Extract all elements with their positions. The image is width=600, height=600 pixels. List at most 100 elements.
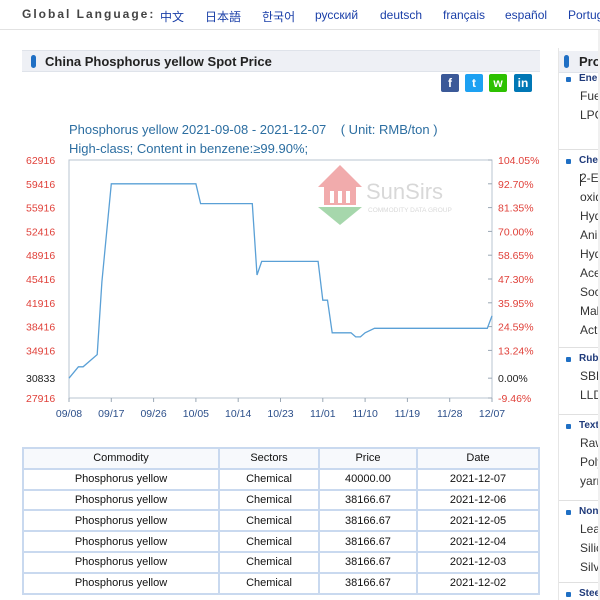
sidebar-product-link[interactable]: LLD [580,388,600,402]
linkedin-icon[interactable]: in [514,74,532,92]
table-header-row: Commodity Sectors Price Date [22,447,540,470]
x-tick-label: 11/01 [310,408,336,420]
sidebar-product-link[interactable]: Fue [580,89,600,103]
sidebar-product-link[interactable]: Mal [580,304,599,318]
section-bullet-icon [566,510,571,515]
watermark-brand: SunSirs [366,179,443,204]
x-tick-label: 11/28 [437,408,463,420]
cell-sector: Chemical [218,509,320,533]
y-tick-label: 27916 [26,393,55,405]
x-tick-label: 09/08 [56,408,82,420]
wechat-icon[interactable]: w [489,74,507,92]
cell-price: 38166.67 [318,530,418,553]
watermark-bar [346,191,350,203]
y2-tick-label: 13.24% [498,345,534,357]
y2-tick-label: 35.95% [498,298,534,310]
chart-canvas: SunSirs COMMODITY DATA GROUP 62916 59416 559… [26,155,539,420]
cell-commodity: Phosphorus yellow [22,509,220,533]
cell-date: 2021-12-06 [416,488,540,512]
table-row: Phosphorus yellow Chemical 40000.00 2021-12… [22,467,540,491]
y2-tick-label: 70.00% [498,226,534,238]
sidebar-marker-icon [564,55,569,68]
cell-date: 2021-12-02 [416,571,540,595]
sidebar-product-link[interactable]: Raw [580,436,600,450]
lang-link-spanish[interactable]: español [505,8,547,22]
cell-commodity: Phosphorus yellow [22,550,220,574]
sidebar-section-title: Ener [579,73,600,84]
section-bullet-icon [566,424,571,429]
y-tick-label: 48916 [26,250,55,262]
watermark-bar [330,191,334,203]
sidebar-divider [559,414,600,415]
y-tick-label: 59416 [26,179,55,191]
sidebar-product-link[interactable]: Poly [580,455,600,469]
y-tick-label: 55916 [26,203,55,215]
price-chart: Phosphorus yellow 2021-09-08 - 2021-12-0… [22,95,540,425]
y-tick-label: 41916 [26,298,55,310]
sidebar-product-link[interactable]: Acti [580,323,600,337]
y2-tick-label: 0.00% [498,373,528,385]
cell-sector: Chemical [218,488,320,512]
cell-commodity: Phosphorus yellow [22,571,220,595]
cell-date: 2021-12-03 [416,550,540,574]
sidebar-product-link[interactable]: Anil [580,228,600,242]
table-row: Phosphorus yellow Chemical 38166.67 2021-12… [22,530,540,553]
lang-link-french[interactable]: français [443,8,485,22]
watermark-bar [338,191,342,203]
sidebar-product-link[interactable]: yarn [580,474,600,488]
y-tick-label: 38416 [26,322,55,334]
y2-tick-label: 58.65% [498,250,534,262]
cell-commodity: Phosphorus yellow [22,530,220,553]
cell-commodity: Phosphorus yellow [22,467,220,491]
title-marker-icon [31,55,36,68]
y-tick-label: 45416 [26,274,55,286]
sidebar-title: Pro [579,54,600,69]
sidebar-product-link[interactable]: SBF [580,369,600,383]
lang-link-japanese[interactable]: 日本語 [205,8,241,25]
y2-tick-label: 47.30% [498,274,534,286]
col-header-price: Price [318,447,418,470]
y2-tick-label: 104.05% [498,155,539,167]
cell-date: 2021-12-07 [416,467,540,491]
sidebar-product-link[interactable]: 2-E [580,171,599,185]
cell-price: 38166.67 [318,571,418,595]
table-row: Phosphorus yellow Chemical 38166.67 2021-12… [22,488,540,512]
sidebar-product-link[interactable]: Hyd [580,247,600,261]
y2-tick-label: 92.70% [498,179,534,191]
price-table: Commodity Sectors Price Date Phosphorus … [22,447,540,595]
sidebar-product-link[interactable]: oxid [580,190,600,204]
sidebar-section-title: Cher [579,155,600,166]
cell-sector: Chemical [218,467,320,491]
twitter-icon[interactable]: t [465,74,483,92]
page-title: China Phosphorus yellow Spot Price [45,54,272,69]
global-language-label: Global Language: [22,7,156,21]
page-title-bar: China Phosphorus yellow Spot Price [22,50,540,72]
product-sidebar: Pro Ener Fue LPG Cher 2-E oxid Hyd Anil Hyd Ace So… [558,48,600,600]
y-tick-label: 34916 [26,345,55,357]
sidebar-product-link[interactable]: Silic [580,541,600,555]
cell-sector: Chemical [218,571,320,595]
cell-commodity: Phosphorus yellow [22,488,220,512]
sidebar-section-title: Non- [579,506,600,517]
facebook-icon[interactable]: f [441,74,459,92]
sidebar-divider [559,500,600,501]
sidebar-section-title: Steel [579,588,600,599]
lang-link-portuguese[interactable]: Portug [568,8,600,22]
x-tick-label: 11/10 [352,408,378,420]
lang-link-german[interactable]: deutsch [380,8,422,22]
sidebar-product-link[interactable]: Silv [580,560,599,574]
lang-link-korean[interactable]: 한국어 [262,8,295,25]
sidebar-product-link[interactable]: Hyd [580,209,600,223]
lang-link-russian[interactable]: русский [315,8,358,22]
sidebar-product-link[interactable]: Soc [580,285,600,299]
sidebar-product-link[interactable]: Ace [580,266,600,280]
cell-sector: Chemical [218,550,320,574]
lang-link-chinese[interactable]: 中文 [160,8,184,25]
table-row: Phosphorus yellow Chemical 38166.67 2021-12… [22,509,540,533]
table-row: Phosphorus yellow Chemical 38166.67 2021-12… [22,571,540,595]
sidebar-product-link[interactable]: LPG [580,108,600,122]
sidebar-product-link[interactable]: Lea [580,522,600,536]
x-tick-label: 09/17 [98,408,124,420]
table-row: Phosphorus yellow Chemical 38166.67 2021-12… [22,550,540,574]
y-tick-label: 52416 [26,226,55,238]
